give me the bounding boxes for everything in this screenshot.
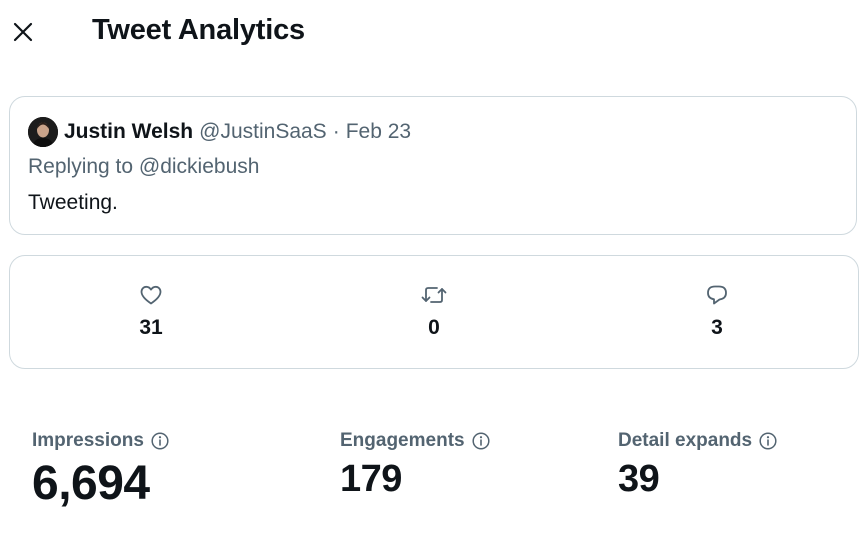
header: Tweet Analytics: [0, 0, 864, 66]
engagements-label: Engagements: [340, 430, 465, 451]
replies-count: 3: [711, 316, 723, 339]
author-name[interactable]: Justin Welsh: [64, 120, 193, 144]
likes-count: 31: [139, 316, 163, 339]
engagements-value: 179: [340, 458, 402, 500]
info-icon[interactable]: [759, 432, 777, 450]
engagements-metric: Engagements 179: [340, 430, 490, 501]
tweet-date[interactable]: Feb 23: [346, 120, 411, 144]
engagement-card: 31 0 3: [9, 255, 859, 369]
avatar[interactable]: [28, 117, 58, 147]
close-icon[interactable]: [11, 20, 35, 44]
tweet-card[interactable]: Justin Welsh @JustinSaaS · Feb 23 Replyi…: [9, 96, 857, 235]
reply-icon: [704, 282, 730, 308]
reply-context: Replying to @dickiebush: [28, 155, 260, 178]
impressions-metric: Impressions 6,694: [32, 430, 169, 511]
replies-stat[interactable]: 3: [677, 282, 757, 340]
impressions-label: Impressions: [32, 430, 144, 451]
impressions-value: 6,694: [32, 457, 150, 510]
retweets-stat[interactable]: 0: [394, 282, 474, 340]
info-icon[interactable]: [151, 432, 169, 450]
tweet-text: Tweeting.: [28, 191, 118, 214]
author-handle[interactable]: @JustinSaaS: [199, 120, 327, 144]
detail-expands-metric: Detail expands 39: [618, 430, 777, 501]
separator: ·: [332, 120, 340, 143]
retweets-count: 0: [428, 316, 440, 339]
info-icon[interactable]: [472, 432, 490, 450]
heart-icon: [138, 282, 164, 308]
likes-stat[interactable]: 31: [111, 282, 191, 340]
close-button[interactable]: [8, 17, 38, 47]
page-title: Tweet Analytics: [92, 14, 305, 46]
detail-expands-value: 39: [618, 458, 660, 500]
tweet-author-row: Justin Welsh @JustinSaaS · Feb 23: [28, 116, 411, 148]
retweet-icon: [421, 282, 447, 308]
detail-expands-label: Detail expands: [618, 430, 753, 451]
